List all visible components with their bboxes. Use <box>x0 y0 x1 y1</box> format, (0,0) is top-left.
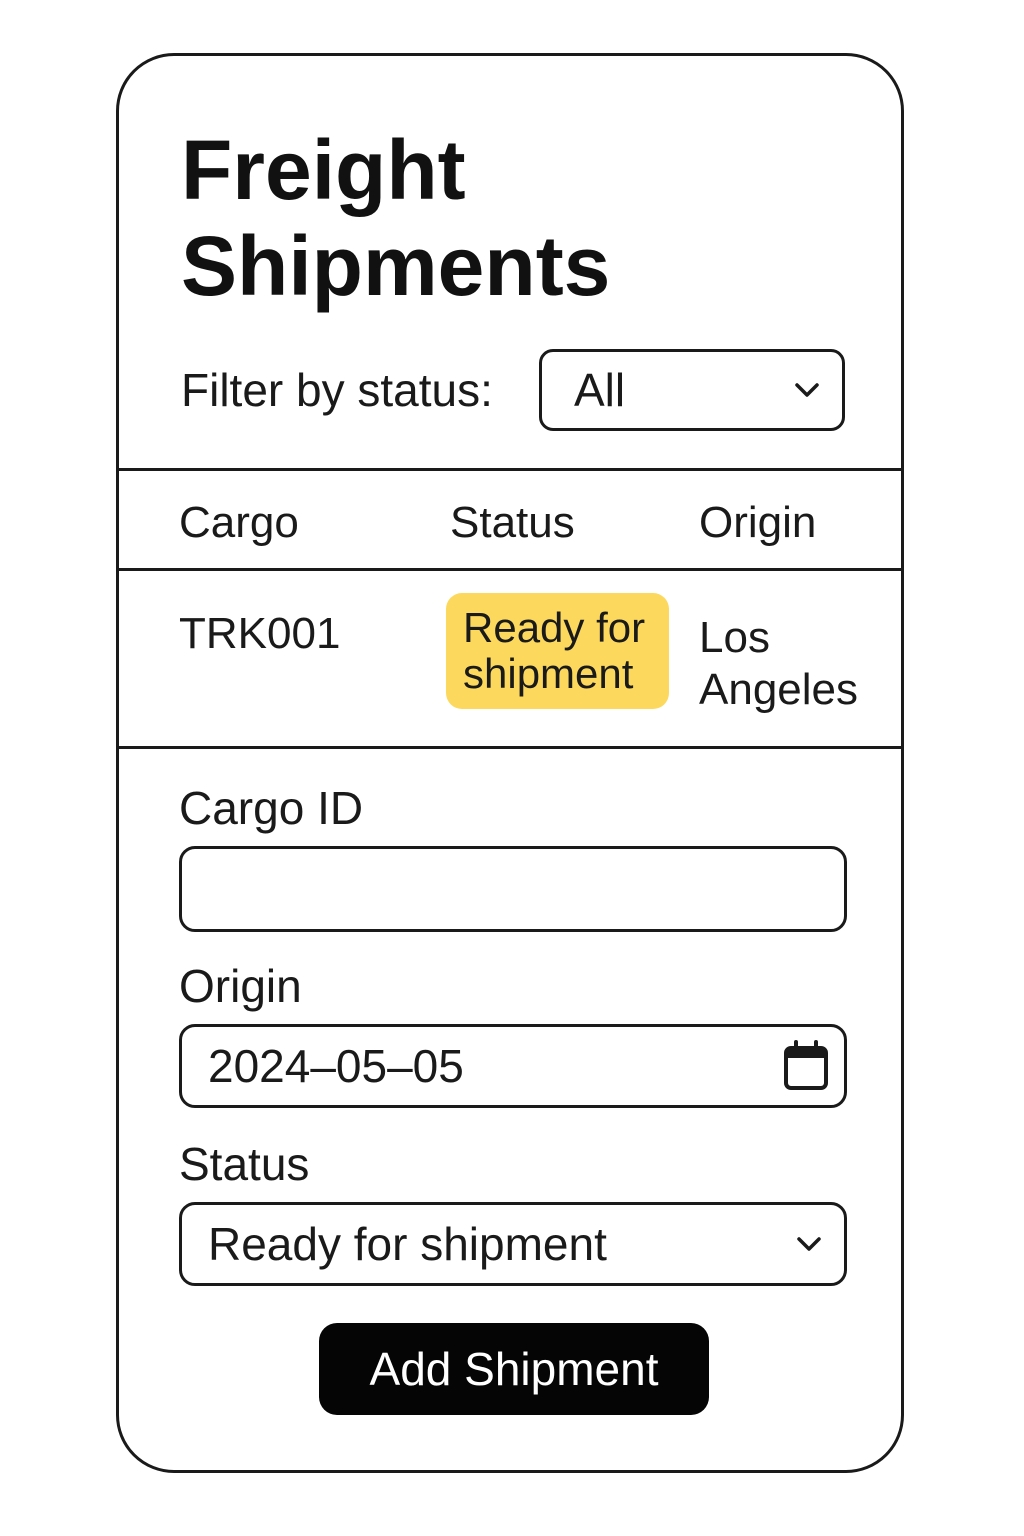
origin-cell-line-1: Los <box>699 613 770 662</box>
filter-label: Filter by status: <box>181 364 493 416</box>
status-filter-row: Filter by status: <box>181 349 493 431</box>
table-top-divider <box>119 468 901 471</box>
status-filter-select[interactable]: All <box>539 349 845 431</box>
calendar-icon[interactable] <box>782 1040 830 1092</box>
status-select-value: Ready for shipment <box>208 1218 607 1270</box>
add-shipment-button[interactable]: Add Shipment <box>319 1323 709 1415</box>
status-select[interactable]: Ready for shipment <box>179 1202 847 1286</box>
cargo-id-label: Cargo ID <box>179 782 364 834</box>
status-badge-line-1: Ready for <box>463 604 646 651</box>
shipments-card: Freight Shipments Filter by status: All … <box>116 53 904 1473</box>
origin-date-value: 2024–05–05 <box>208 1040 464 1092</box>
column-header-cargo: Cargo <box>179 498 299 547</box>
chevron-down-icon <box>795 383 819 397</box>
origin-label: Origin <box>179 960 302 1012</box>
status-badge-line-2: shipment <box>463 650 634 697</box>
origin-cell: Los Angeles <box>699 612 858 716</box>
cargo-id-input[interactable] <box>179 846 847 932</box>
column-header-status: Status <box>450 498 575 547</box>
status-label: Status <box>179 1138 310 1190</box>
table-bottom-divider <box>119 746 901 749</box>
status-filter-value: All <box>574 364 626 416</box>
page-title-line-2: Shipments <box>181 219 611 313</box>
origin-cell-line-2: Angeles <box>699 665 859 714</box>
page-title-line-1: Freight <box>181 123 466 217</box>
page-title: Freight Shipments <box>181 122 610 314</box>
column-header-origin: Origin <box>699 498 817 547</box>
origin-date-input[interactable]: 2024–05–05 <box>179 1024 847 1108</box>
chevron-down-icon <box>797 1237 821 1251</box>
status-badge: Ready for shipment <box>446 593 669 709</box>
table-header-divider <box>119 568 901 571</box>
cargo-cell: TRK001 <box>179 609 341 658</box>
